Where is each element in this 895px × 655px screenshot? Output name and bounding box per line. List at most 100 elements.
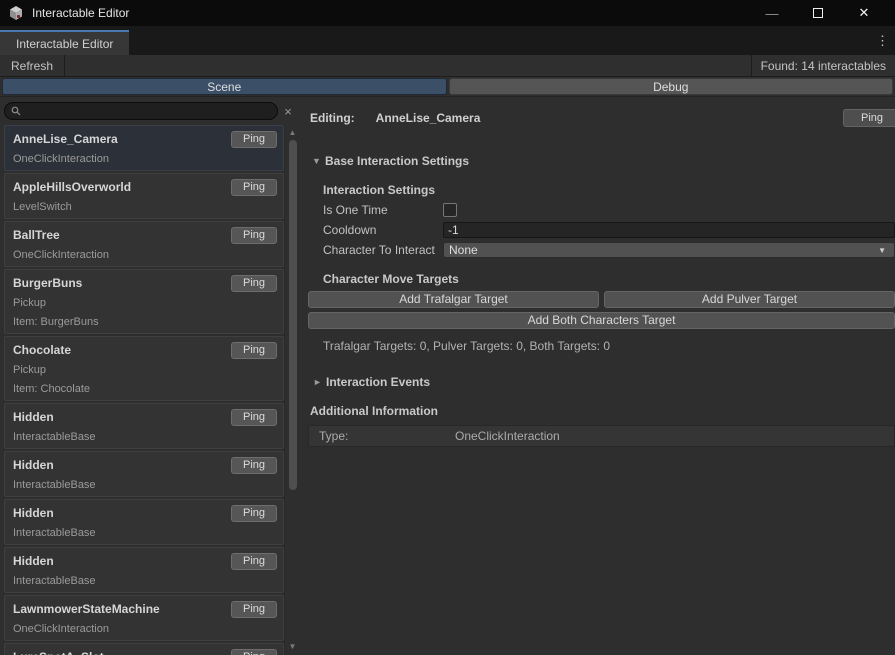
close-button[interactable]: ✕ <box>841 5 887 21</box>
interactable-list: AnneLise_Camera Ping OneClickInteraction… <box>0 125 284 655</box>
is-one-time-label: Is One Time <box>323 203 443 217</box>
list-item-lines: InteractableBase <box>13 575 275 587</box>
list-item[interactable]: AnneLise_Camera Ping OneClickInteraction <box>4 125 284 171</box>
search-input[interactable] <box>4 102 278 120</box>
search-clear-icon[interactable]: × <box>278 104 298 119</box>
type-row: Type: OneClickInteraction <box>308 425 895 447</box>
interaction-events-foldout[interactable]: ► Interaction Events <box>310 375 895 389</box>
targets-summary: Trafalgar Targets: 0, Pulver Targets: 0,… <box>323 339 895 353</box>
kebab-menu-icon[interactable]: ⋮ <box>870 33 895 49</box>
scroll-down-icon[interactable]: ▼ <box>285 641 300 653</box>
search-row: × <box>0 97 300 125</box>
ping-button[interactable]: Ping <box>231 553 277 570</box>
list-item-subtitle: InteractableBase <box>13 575 275 587</box>
interaction-events-title: Interaction Events <box>326 375 430 389</box>
scroll-up-icon[interactable]: ▲ <box>285 127 300 139</box>
list-item[interactable]: AppleHillsOverworld Ping LevelSwitch <box>4 173 284 219</box>
ping-button[interactable]: Ping <box>231 131 277 148</box>
maximize-button[interactable] <box>795 6 841 21</box>
list-item-lines: OneClickInteraction <box>13 623 275 635</box>
maximize-icon <box>813 8 823 18</box>
interactable-editor-window: Interactable Editor — ✕ Interactable Edi… <box>0 0 895 655</box>
base-interaction-settings-title: Base Interaction Settings <box>325 154 469 168</box>
tab-debug[interactable]: Debug <box>449 78 894 95</box>
add-both-characters-target-button[interactable]: Add Both Characters Target <box>308 312 895 329</box>
list-item-lines: PickupItem: BurgerBuns <box>13 297 275 328</box>
ping-button[interactable]: Ping <box>231 457 277 474</box>
foldout-open-icon: ▼ <box>312 156 325 166</box>
main-content: × AnneLise_Camera Ping OneClickInteracti… <box>0 97 895 655</box>
foldout-closed-icon: ► <box>313 377 326 387</box>
inspector-ping-button[interactable]: Ping <box>843 109 895 127</box>
ping-button[interactable]: Ping <box>231 275 277 292</box>
list-item-lines: LevelSwitch <box>13 201 275 213</box>
list-item[interactable]: Hidden Ping InteractableBase <box>4 547 284 593</box>
is-one-time-checkbox[interactable] <box>443 203 457 217</box>
add-trafalgar-target-button[interactable]: Add Trafalgar Target <box>308 291 599 308</box>
ping-button[interactable]: Ping <box>231 601 277 618</box>
tab-interactable-editor[interactable]: Interactable Editor <box>0 30 129 55</box>
dropdown-selected-value: None <box>449 243 478 257</box>
cooldown-input[interactable] <box>443 222 895 238</box>
minimize-button[interactable]: — <box>749 6 795 21</box>
list-item-lines: OneClickInteraction <box>13 249 275 261</box>
ping-button[interactable]: Ping <box>231 227 277 244</box>
list-scrollbar[interactable]: ▲ ▼ <box>284 125 300 655</box>
list-item[interactable]: Hidden Ping InteractableBase <box>4 499 284 545</box>
list-item[interactable]: Hidden Ping InteractableBase <box>4 451 284 497</box>
list-item[interactable]: Chocolate Ping PickupItem: Chocolate <box>4 336 284 401</box>
window-title: Interactable Editor <box>32 6 129 20</box>
ping-button[interactable]: Ping <box>231 409 277 426</box>
editor-tabstrip: Interactable Editor ⋮ <box>0 26 895 55</box>
tab-scene[interactable]: Scene <box>2 78 447 95</box>
found-count-label: Found: 14 interactables <box>751 55 895 76</box>
character-to-interact-label: Character To Interact <box>323 243 443 257</box>
list-item-subtitle: OneClickInteraction <box>13 249 275 261</box>
ping-button[interactable]: Ping <box>231 179 277 196</box>
move-target-buttons-row: Add Trafalgar Target Add Pulver Target <box>308 291 895 308</box>
character-to-interact-dropdown[interactable]: None ▼ <box>443 242 895 258</box>
refresh-button[interactable]: Refresh <box>0 55 65 76</box>
cooldown-row: Cooldown <box>323 220 895 240</box>
list-item-lines: InteractableBase <box>13 431 275 443</box>
base-interaction-settings-foldout[interactable]: ▼ Base Interaction Settings <box>310 154 895 168</box>
add-pulver-target-button[interactable]: Add Pulver Target <box>604 291 895 308</box>
editing-label: Editing: <box>310 111 355 125</box>
type-value: OneClickInteraction <box>455 429 560 443</box>
mode-tabs: Scene Debug <box>0 77 895 97</box>
list-area: AnneLise_Camera Ping OneClickInteraction… <box>0 125 300 655</box>
inspector-panel: Editing: AnneLise_Camera Ping ▼ Base Int… <box>300 97 895 655</box>
is-one-time-row: Is One Time <box>323 200 895 220</box>
type-label: Type: <box>319 429 455 443</box>
unity-cube-icon <box>8 5 24 21</box>
list-item-subtitle: OneClickInteraction <box>13 623 275 635</box>
list-item-subtitle: Pickup <box>13 364 275 376</box>
scrollbar-thumb[interactable] <box>289 140 297 490</box>
window-titlebar: Interactable Editor — ✕ <box>0 0 895 26</box>
list-item[interactable]: LureSpotA_Slot Ping <box>4 643 284 655</box>
ping-button[interactable]: Ping <box>231 649 277 655</box>
window-controls: — ✕ <box>749 5 887 21</box>
list-item-subtitle: InteractableBase <box>13 479 275 491</box>
list-item[interactable]: BurgerBuns Ping PickupItem: BurgerBuns <box>4 269 284 334</box>
list-item[interactable]: Hidden Ping InteractableBase <box>4 403 284 449</box>
interaction-settings-title: Interaction Settings <box>323 183 895 197</box>
list-item-subtitle: LevelSwitch <box>13 201 275 213</box>
list-item-lines: PickupItem: Chocolate <box>13 364 275 395</box>
ping-button[interactable]: Ping <box>231 505 277 522</box>
list-item[interactable]: LawnmowerStateMachine Ping OneClickInter… <box>4 595 284 641</box>
list-item-lines: OneClickInteraction <box>13 153 275 165</box>
list-item[interactable]: BallTree Ping OneClickInteraction <box>4 221 284 267</box>
toolbar: Refresh Found: 14 interactables <box>0 55 895 77</box>
base-settings-section: Interaction Settings Is One Time Cooldow… <box>310 183 895 353</box>
editing-header: Editing: AnneLise_Camera Ping <box>310 109 895 127</box>
list-item-subtitle: InteractableBase <box>13 527 275 539</box>
ping-button[interactable]: Ping <box>231 342 277 359</box>
scene-list-panel: × AnneLise_Camera Ping OneClickInteracti… <box>0 97 300 655</box>
cooldown-label: Cooldown <box>323 223 443 237</box>
list-item-subtitle: Pickup <box>13 297 275 309</box>
character-move-targets-title: Character Move Targets <box>323 272 895 286</box>
search-icon <box>11 106 21 116</box>
search-field-wrap <box>4 102 278 120</box>
list-item-subtitle: InteractableBase <box>13 431 275 443</box>
